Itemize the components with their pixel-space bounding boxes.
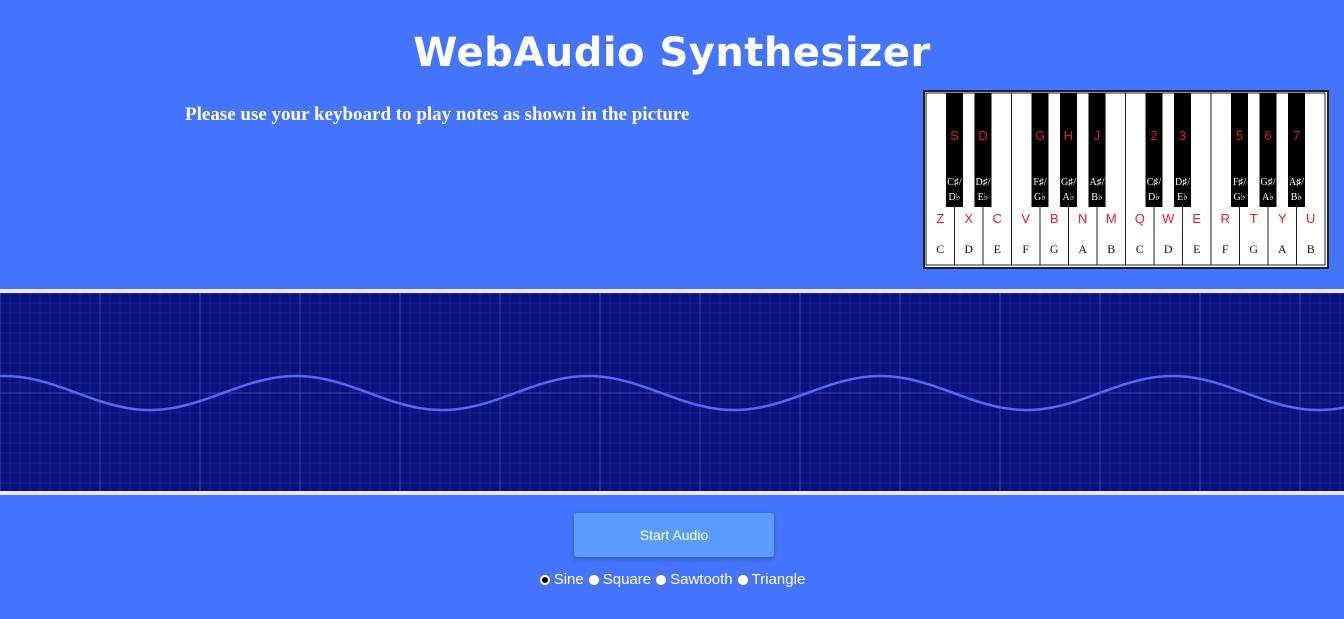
black-key [1174, 93, 1191, 207]
wave-option-sawtooth[interactable]: Sawtooth [655, 571, 733, 588]
white-key-note: C [936, 242, 944, 256]
black-key-note-top: D♯/ [976, 177, 991, 188]
white-key-note: D [1164, 242, 1173, 256]
black-key [1288, 93, 1305, 207]
black-key-note-top: C♯/ [1147, 177, 1162, 188]
black-key-note-bottom: A♭ [1262, 192, 1274, 203]
white-key-note: E [1193, 242, 1200, 256]
black-key [1031, 93, 1049, 207]
white-key-shortcut: C [993, 211, 1002, 226]
white-key-note: E [994, 242, 1001, 256]
instructions-text: Please use your keyboard to play notes a… [185, 104, 690, 125]
sine-radio[interactable] [538, 573, 551, 586]
white-key-note: C [1136, 242, 1144, 256]
white-key-shortcut: M [1106, 211, 1117, 226]
black-key-note-bottom: D♭ [949, 192, 961, 203]
wave-option-triangle[interactable]: Triangle [736, 571, 806, 588]
black-key-note-top: A♯/ [1090, 177, 1105, 188]
wave-option-square[interactable]: Square [587, 571, 652, 588]
white-key-note: B [1107, 242, 1115, 256]
black-key-shortcut: D [978, 128, 987, 143]
black-key-note-bottom: D♭ [1148, 192, 1160, 203]
black-key-note-top: C♯/ [947, 177, 962, 188]
white-key-shortcut: Q [1135, 211, 1145, 226]
white-key-shortcut: R [1221, 211, 1230, 226]
wave-option-sine[interactable]: Sine [538, 571, 584, 588]
black-key-note-top: G♯/ [1261, 177, 1276, 188]
black-key-note-bottom: G♭ [1034, 192, 1046, 203]
black-key-shortcut: H [1064, 128, 1073, 143]
black-key-note-top: G♯/ [1061, 177, 1076, 188]
white-key-note: B [1307, 242, 1315, 256]
black-key-note-bottom: A♭ [1063, 192, 1075, 203]
black-key [1088, 93, 1106, 207]
white-key-note: G [1050, 242, 1059, 256]
black-key-note-bottom: E♭ [978, 192, 989, 203]
oscilloscope [0, 289, 1344, 495]
white-key-note: A [1078, 242, 1087, 256]
black-key-note-bottom: E♭ [1177, 192, 1188, 203]
sawtooth-label: Sawtooth [670, 571, 733, 588]
black-key-note-bottom: B♭ [1291, 192, 1302, 203]
black-key-note-bottom: G♭ [1234, 192, 1246, 203]
white-key-shortcut: B [1050, 211, 1059, 226]
white-key-note: A [1278, 242, 1287, 256]
radio-selected-dot [541, 576, 548, 583]
square-radio[interactable] [587, 573, 600, 586]
black-key [1145, 93, 1163, 207]
white-key-note: G [1249, 242, 1258, 256]
black-key-shortcut: S [950, 128, 959, 143]
black-key-note-top: F♯/ [1033, 177, 1047, 188]
sawtooth-radio[interactable] [655, 573, 668, 586]
black-key-note-top: A♯/ [1289, 177, 1304, 188]
oscilloscope-top-border [0, 289, 1344, 293]
black-key-note-bottom: B♭ [1091, 192, 1102, 203]
keyboard-diagram: Z C X D C E V F B G N A M B S C♯/ D♭ D D♯/ E♭ G F♯/ G♭ H G♯/ A♭ J A… [923, 90, 1329, 269]
black-key-shortcut: 7 [1293, 128, 1300, 143]
black-key-note-top: F♯/ [1233, 177, 1247, 188]
sine-label: Sine [553, 571, 584, 588]
black-key-shortcut: G [1035, 128, 1045, 143]
oscilloscope-background [0, 289, 1344, 495]
white-key-shortcut: V [1021, 211, 1030, 226]
square-label: Square [602, 571, 652, 588]
black-key [1231, 93, 1248, 207]
white-key-shortcut: X [964, 211, 973, 226]
waveform-selector: Sine Square Sawtooth Triangle [0, 571, 1344, 588]
black-key-note-top: D♯/ [1175, 177, 1190, 188]
black-key [1259, 93, 1277, 207]
oscilloscope-bottom-border [0, 491, 1344, 495]
start-audio-button[interactable]: Start Audio [574, 513, 774, 557]
white-key-note: F [1222, 242, 1229, 256]
black-key [946, 93, 963, 207]
black-key-shortcut: 5 [1236, 128, 1243, 143]
page-title: WebAudio Synthesizer [413, 30, 931, 76]
black-key [974, 93, 992, 207]
black-key-shortcut: 3 [1179, 128, 1186, 143]
white-key-shortcut: Z [936, 211, 944, 226]
white-key-shortcut: Y [1278, 211, 1287, 226]
white-key-shortcut: T [1250, 211, 1258, 226]
black-key-shortcut: 2 [1150, 128, 1157, 143]
white-key-note: F [1022, 242, 1029, 256]
black-key-shortcut: J [1094, 128, 1101, 143]
triangle-label: Triangle [751, 571, 806, 588]
white-key-shortcut: U [1306, 211, 1315, 226]
white-key-note: D [964, 242, 973, 256]
white-key-shortcut: N [1078, 211, 1087, 226]
white-key-shortcut: E [1192, 211, 1201, 226]
black-key [1060, 93, 1077, 207]
black-key-shortcut: 6 [1264, 128, 1271, 143]
triangle-radio[interactable] [736, 573, 749, 586]
white-key-shortcut: W [1162, 211, 1175, 226]
